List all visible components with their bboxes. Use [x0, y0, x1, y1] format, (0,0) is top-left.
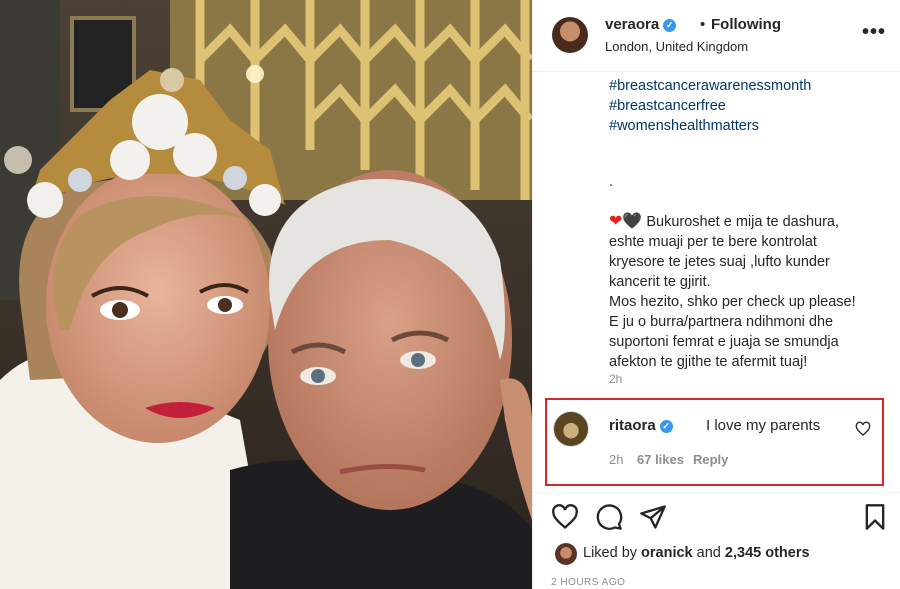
caption-dot: . — [609, 174, 614, 190]
more-options-icon[interactable]: ••• — [862, 22, 886, 42]
author-username-text[interactable]: veraora — [605, 16, 659, 33]
likes-prefix: Liked by — [583, 545, 638, 561]
instagram-post-frame: veraora ✓ • Following London, United King… — [0, 0, 900, 589]
caption-line: suportoni femrat e juaja se smundja — [609, 334, 839, 350]
author-username[interactable]: veraora ✓ — [605, 16, 677, 33]
verified-badge-icon: ✓ — [663, 19, 677, 32]
post-caption: #breastcancerawarenessmonth #breastcance… — [609, 76, 889, 372]
header-separator: • — [700, 16, 706, 33]
caption-line: kancerit te gjirit. — [609, 274, 711, 290]
commenter-username-text[interactable]: ritaora — [609, 417, 656, 434]
following-button[interactable]: Following — [711, 16, 781, 33]
caption-line: ❤🖤 Bukuroshet e mija te dashura, — [609, 212, 889, 232]
post-photo[interactable] — [0, 0, 532, 589]
commenter-username[interactable]: ritaora ✓ — [609, 417, 673, 434]
comment-text: I love my parents — [706, 417, 821, 434]
likes-summary[interactable]: Liked by oranick and 2,345 others — [583, 545, 810, 561]
black-heart-emoji: 🖤 — [622, 213, 643, 230]
red-heart-emoji: ❤ — [609, 213, 623, 230]
liker-username[interactable]: oranick — [641, 545, 693, 561]
likes-others-count[interactable]: 2,345 others — [725, 545, 810, 561]
comment-highlight-box — [545, 398, 884, 486]
caption-line: eshte muaji per te bere kontrolat — [609, 234, 817, 250]
post-date[interactable]: 2 HOURS AGO — [551, 577, 625, 588]
author-avatar[interactable] — [552, 17, 588, 53]
caption-line-text: Bukuroshet e mija te dashura, — [646, 214, 839, 230]
likes-joiner: and — [696, 545, 721, 561]
comment-heart-icon[interactable] — [855, 421, 871, 437]
commenter-avatar[interactable] — [553, 411, 589, 447]
caption-timestamp[interactable]: 2h — [609, 372, 622, 386]
hashtag-link[interactable]: #breastcancerawarenessmonth — [609, 76, 889, 96]
comment-bubble-icon[interactable] — [595, 503, 623, 531]
caption-line: afekton te gjithe te afermit tuaj! — [609, 354, 808, 370]
hashtag-link[interactable]: #womenshealthmatters — [609, 116, 889, 136]
paper-plane-icon[interactable] — [639, 503, 667, 531]
selfie-image — [0, 0, 532, 589]
comment-timestamp[interactable]: 2h — [609, 452, 623, 467]
hashtag-link[interactable]: #breastcancerfree — [609, 96, 889, 116]
bookmark-icon[interactable] — [861, 503, 889, 531]
post-location[interactable]: London, United Kingdom — [605, 39, 748, 54]
comment-like-count[interactable]: 67 likes — [637, 452, 684, 467]
caption-line: kryesore te jetes suaj ,lufto kunder — [609, 254, 830, 270]
caption-line: E ju o burra/partnera ndihmoni dhe — [609, 314, 834, 330]
verified-badge-icon: ✓ — [659, 420, 673, 433]
heart-outline-icon[interactable] — [551, 503, 579, 531]
post-action-bar — [533, 492, 900, 544]
post-header: veraora ✓ • Following London, United King… — [533, 0, 900, 72]
caption-line: Mos hezito, shko per check up please! — [609, 294, 856, 310]
liker-avatar[interactable] — [555, 543, 577, 565]
comment-reply-button[interactable]: Reply — [693, 452, 728, 467]
post-side-panel: veraora ✓ • Following London, United King… — [532, 0, 900, 589]
